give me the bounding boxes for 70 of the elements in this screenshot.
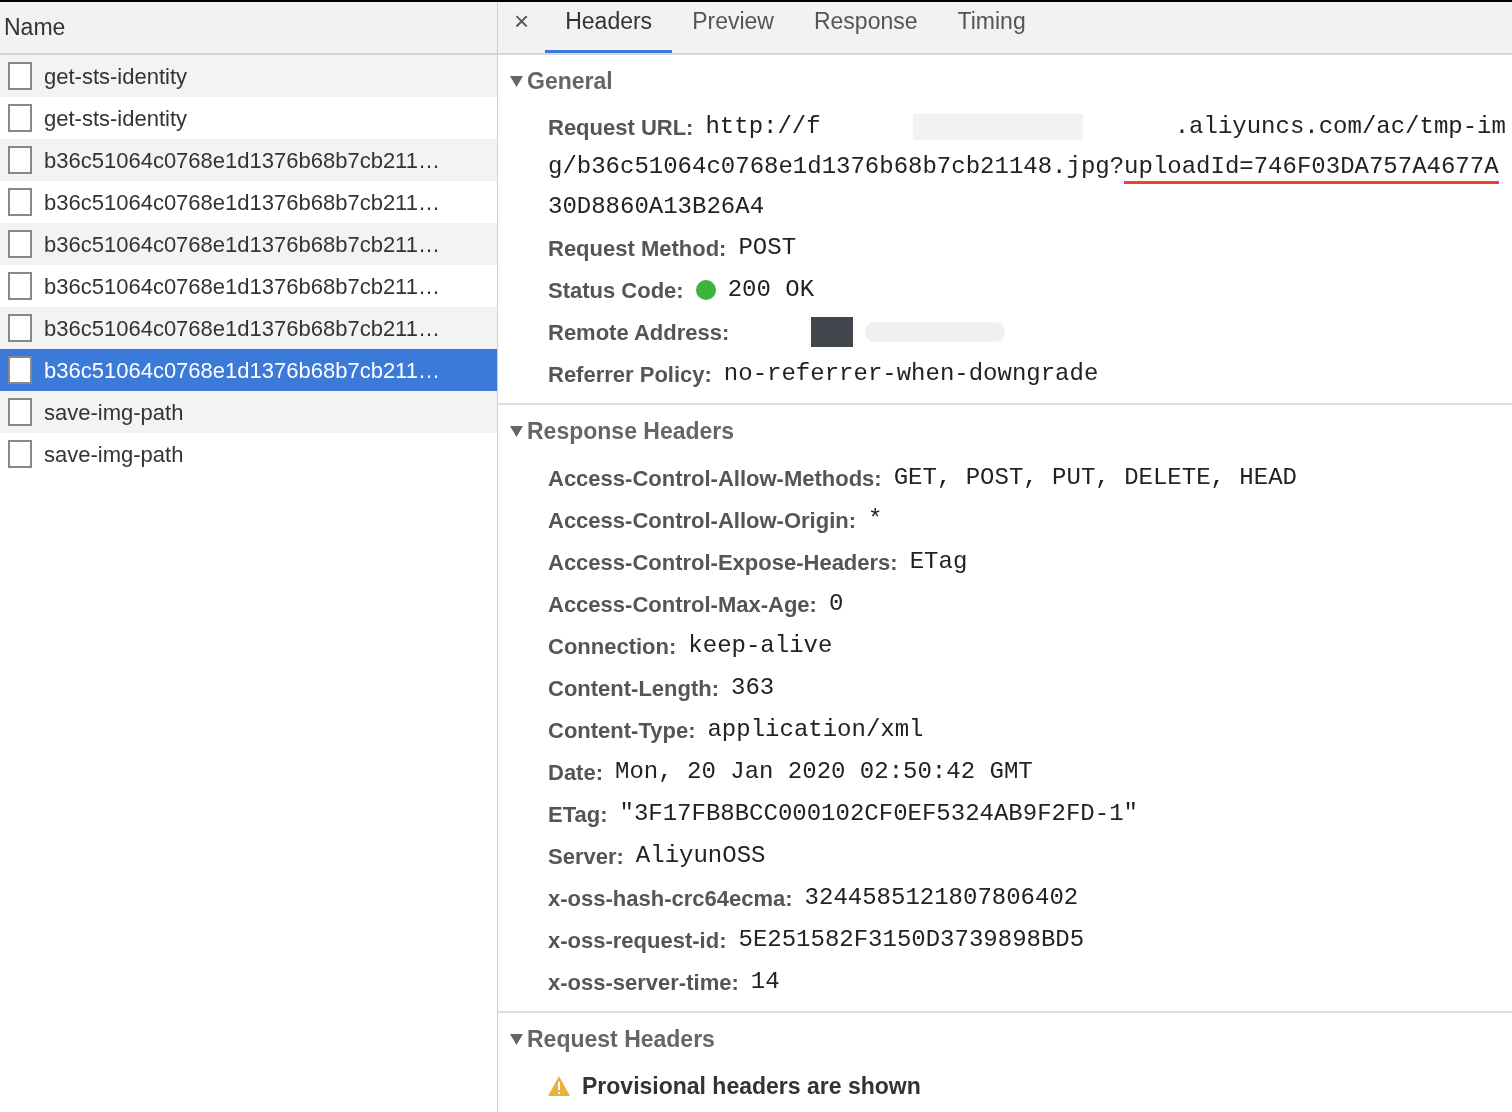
file-icon (8, 188, 32, 216)
field-value: keep-alive (688, 631, 833, 661)
file-icon (8, 272, 32, 300)
tab[interactable]: Response (793, 3, 938, 53)
field-value: 5E251582F3150D3739898BD5 (738, 925, 1085, 955)
field-value: 0 (828, 589, 844, 619)
field-value: GET, POST, PUT, DELETE, HEAD (893, 463, 1297, 493)
request-row[interactable]: b36c51064c0768e1d1376b68b7cb211… (0, 307, 497, 349)
field-label: Content-Length: (548, 674, 720, 703)
field-label: Access-Control-Expose-Headers: (548, 548, 898, 577)
tab[interactable]: Preview (672, 3, 794, 53)
field-label: Date: (548, 758, 603, 787)
section-title: General (527, 66, 613, 96)
field-value: Mon, 20 Jan 2020 02:50:42 GMT (615, 757, 1033, 787)
field-label: Connection: (548, 632, 677, 661)
request-row[interactable]: b36c51064c0768e1d1376b68b7cb211… (0, 349, 497, 391)
field-value: ETag (909, 547, 968, 577)
file-icon (8, 398, 32, 426)
file-icon (8, 440, 32, 468)
request-row[interactable]: b36c51064c0768e1d1376b68b7cb211… (0, 139, 497, 181)
field-label: Referrer Policy: (548, 360, 712, 389)
field-value: 363 (731, 673, 775, 703)
file-icon (8, 356, 32, 384)
tab[interactable]: Headers (545, 3, 673, 53)
field-value: 30D8860A13B26A4 (548, 192, 765, 222)
field-label: Status Code: (548, 276, 684, 305)
warning-icon (548, 1076, 570, 1096)
field-value: 3244585121807806402 (804, 883, 1079, 913)
field-label: Request Method: (548, 234, 727, 263)
field-label: Access-Control-Max-Age: (548, 590, 817, 619)
field-label: Remote Address: (548, 318, 730, 347)
field-label: Content-Type: (548, 716, 696, 745)
warning-text: Provisional headers are shown (582, 1071, 921, 1101)
field-value: application/xml (707, 715, 924, 745)
file-icon (8, 230, 32, 258)
field-value: "3F17FB8BCC000102CF0EF5324AB9F2FD-1" (619, 799, 1138, 829)
tab[interactable]: Timing (937, 3, 1046, 53)
highlighted-value: uploadId=746F03DA757A4677A (1124, 150, 1499, 184)
field-value: AliyunOSS (635, 841, 766, 871)
field-label: Request URL: (548, 113, 694, 142)
field-value: * (868, 505, 883, 535)
section-title: Response Headers (527, 416, 735, 446)
file-icon (8, 104, 32, 132)
request-row[interactable]: get-sts-identity (0, 55, 497, 97)
file-icon (8, 146, 32, 174)
section-title: Request Headers (527, 1024, 715, 1054)
field-label: x-oss-request-id: (548, 926, 727, 955)
request-row[interactable]: save-img-path (0, 391, 497, 433)
field-value: 200 OK (727, 275, 815, 305)
field-label: Access-Control-Allow-Methods: (548, 464, 882, 493)
field-label: x-oss-hash-crc64ecma: (548, 884, 793, 913)
collapse-triangle-icon[interactable] (510, 75, 523, 87)
file-icon (8, 314, 32, 342)
redaction-mark (811, 317, 854, 347)
field-value: POST (738, 233, 797, 263)
request-row[interactable]: b36c51064c0768e1d1376b68b7cb211… (0, 223, 497, 265)
close-icon[interactable]: × (514, 2, 530, 41)
field-label: Server: (548, 842, 624, 871)
collapse-triangle-icon[interactable] (510, 425, 523, 437)
field-label: Access-Control-Allow-Origin: (548, 506, 856, 535)
field-value: http://f (705, 112, 821, 142)
collapse-triangle-icon[interactable] (510, 1033, 523, 1045)
field-value: no-referrer-when-downgrade (723, 359, 1099, 389)
field-value: 14 (750, 967, 780, 997)
file-icon (8, 62, 32, 90)
field-value: g/b36c51064c0768e1d1376b68b7cb21148.jpg? (548, 152, 1125, 182)
field-value: .aliyuncs.com/ac/tmp-im (1174, 112, 1506, 142)
field-label: ETag: (548, 800, 608, 829)
column-header[interactable]: Name (4, 10, 66, 45)
field-label: x-oss-server-time: (548, 968, 739, 997)
